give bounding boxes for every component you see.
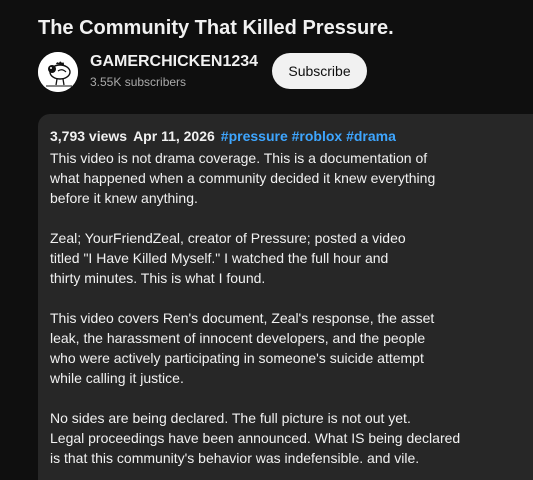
hashtag-link[interactable]: #pressure bbox=[221, 128, 288, 144]
channel-name[interactable]: GAMERCHICKEN1234 bbox=[90, 52, 258, 72]
hashtag-link[interactable]: #drama bbox=[346, 128, 396, 144]
description-line: titled "I Have Killed Myself." I watched… bbox=[50, 250, 389, 266]
upload-date: Apr 11, 2026 bbox=[133, 128, 215, 144]
description-text: This video is not drama coverage. This i… bbox=[50, 148, 520, 468]
description-line: who were actively participating in someo… bbox=[50, 350, 424, 366]
subscriber-count: 3.55K subscribers bbox=[90, 75, 187, 89]
channel-row: GAMERCHICKEN1234 3.55K subscribers Subsc… bbox=[38, 50, 518, 92]
description-line: leak, the harassment of innocent develop… bbox=[50, 330, 426, 346]
description-line: is that this community's behavior was in… bbox=[50, 450, 420, 466]
hashtag-link[interactable]: #roblox bbox=[292, 128, 343, 144]
chicken-avatar-icon bbox=[38, 52, 78, 92]
description-box[interactable]: 3,793 views Apr 11, 2026 #pressure #roblox… bbox=[38, 114, 533, 480]
description-line: This video is not drama coverage. This i… bbox=[50, 150, 428, 166]
view-count: 3,793 views bbox=[50, 128, 128, 144]
description-line: before it knew anything. bbox=[50, 190, 198, 206]
video-title: The Community That Killed Pressure. bbox=[38, 17, 394, 39]
description-line: while calling it justice. bbox=[50, 370, 184, 386]
description-line: Legal proceedings have been announced. W… bbox=[50, 430, 461, 446]
description-line: This video covers Ren's document, Zeal's… bbox=[50, 310, 435, 326]
subscribe-button[interactable]: Subscribe bbox=[272, 53, 367, 89]
description-line: No sides are being declared. The full pi… bbox=[50, 410, 411, 426]
description-line: thirty minutes. This is what I found. bbox=[50, 270, 266, 286]
description-line: what happened when a community decided i… bbox=[50, 170, 436, 186]
video-meta: 3,793 views Apr 11, 2026 #pressure #roblox… bbox=[50, 128, 396, 144]
description-line: Zeal; YourFriendZeal, creator of Pressur… bbox=[50, 230, 406, 246]
watch-page: The Community That Killed Pressure. GAME… bbox=[0, 0, 533, 480]
channel-avatar[interactable] bbox=[38, 52, 78, 92]
